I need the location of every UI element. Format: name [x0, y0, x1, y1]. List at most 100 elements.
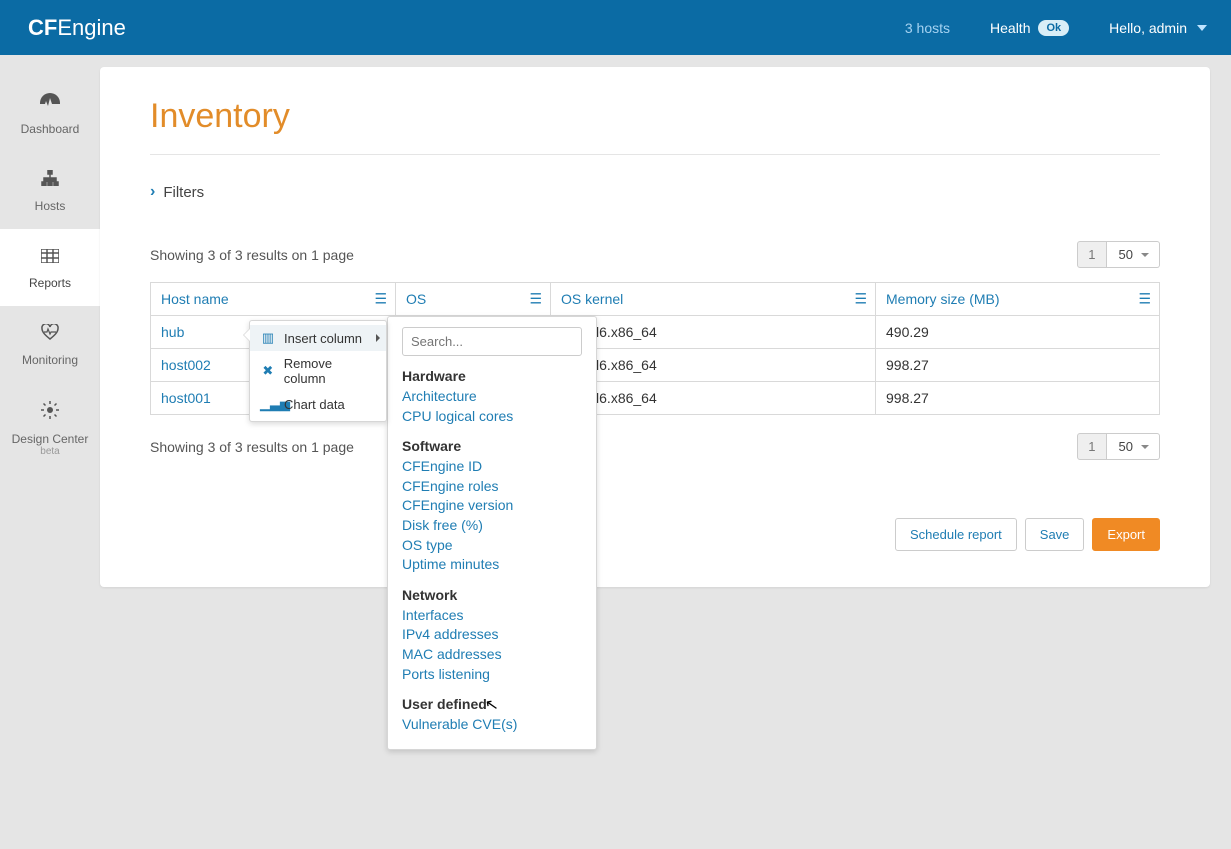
th-label: Memory size (MB) [886, 291, 1000, 307]
health-indicator[interactable]: Health Ok [990, 20, 1069, 36]
th-memory[interactable]: Memory size (MB) ☰ [876, 283, 1160, 316]
cell-memory: 490.29 [876, 316, 1160, 349]
page-title: Inventory [150, 97, 1160, 155]
schedule-report-button[interactable]: Schedule report [895, 518, 1017, 551]
sidebar-item-reports[interactable]: Reports [0, 229, 100, 306]
submenu-item[interactable]: Architecture [402, 387, 582, 407]
sidebar-item-monitoring[interactable]: Monitoring [0, 306, 100, 383]
cell-memory: 998.27 [876, 349, 1160, 382]
pager-bottom: 1 50 [1077, 433, 1160, 460]
column-menu-icon[interactable]: ☰ [529, 291, 542, 308]
results-text: Showing 3 of 3 results on 1 page [150, 439, 354, 455]
app-header: CFEngine 3 hosts Health Ok Hello, admin [0, 0, 1231, 55]
th-label: OS kernel [561, 291, 623, 307]
pager-page-size[interactable]: 50 [1107, 241, 1160, 268]
hosts-count-link[interactable]: 3 hosts [905, 20, 950, 36]
design-center-icon [4, 401, 96, 424]
monitoring-icon [4, 324, 96, 345]
host-link[interactable]: hub [161, 324, 184, 340]
sidebar: Dashboard Hosts Reports Monitoring Desig… [0, 55, 100, 849]
ctx-remove-column[interactable]: ✖ Remove column [250, 351, 386, 391]
sidebar-item-dashboard[interactable]: Dashboard [0, 75, 100, 152]
caret-down-icon [1141, 253, 1149, 257]
caret-down-icon [1141, 445, 1149, 449]
app-logo: CFEngine [28, 15, 126, 41]
submenu-item[interactable]: CPU logical cores [402, 407, 582, 427]
submenu-group-title: Hardware [402, 368, 582, 384]
th-label: OS [406, 291, 426, 307]
sidebar-item-label: Reports [29, 276, 71, 290]
pager-page-number[interactable]: 1 [1077, 433, 1106, 460]
hosts-icon [4, 170, 96, 191]
column-menu-icon[interactable]: ☰ [854, 291, 867, 308]
sidebar-item-label: Dashboard [21, 122, 80, 136]
submenu-item[interactable]: OS type [402, 536, 582, 556]
ctx-insert-column[interactable]: ▥ Insert column [250, 325, 386, 351]
action-bar: Schedule report Save Export [150, 518, 1160, 551]
pager-page-size[interactable]: 50 [1107, 433, 1160, 460]
host-link[interactable]: host002 [161, 357, 211, 373]
insert-column-submenu: Hardware ArchitectureCPU logical cores Sof… [387, 316, 597, 750]
health-label: Health [990, 20, 1030, 36]
sidebar-item-sublabel: beta [4, 446, 96, 457]
submenu-item[interactable]: CFEngine roles [402, 477, 582, 497]
cell-kernel: 431.el6.x86_64 [551, 349, 876, 382]
submenu-group-title: Network [402, 587, 582, 603]
ctx-label: Remove column [284, 356, 376, 386]
save-button[interactable]: Save [1025, 518, 1085, 551]
th-host-name[interactable]: Host name ☰ [151, 283, 396, 316]
dashboard-icon [4, 93, 96, 114]
chevron-down-icon [1197, 25, 1207, 31]
submenu-item[interactable]: Interfaces [402, 606, 582, 626]
submenu-item[interactable]: Ports listening [402, 665, 582, 685]
column-menu-icon[interactable]: ☰ [1138, 291, 1151, 308]
cell-kernel: 431.el6.x86_64 [551, 382, 876, 415]
column-search-input[interactable] [402, 327, 582, 356]
ctx-label: Insert column [284, 331, 362, 346]
chevron-right-icon: › [150, 183, 155, 201]
submenu-item[interactable]: Uptime minutes [402, 555, 582, 575]
ctx-label: Chart data [284, 397, 345, 412]
submenu-group-title: Software [402, 438, 582, 454]
ctx-chart-data[interactable]: ▁▃▅ Chart data [250, 391, 386, 417]
health-badge: Ok [1038, 20, 1069, 36]
sidebar-item-hosts[interactable]: Hosts [0, 152, 100, 229]
logo-bold: CF [28, 15, 57, 40]
column-context-menu: ▥ Insert column ✖ Remove column ▁▃▅ Char… [249, 320, 387, 422]
results-text: Showing 3 of 3 results on 1 page [150, 247, 354, 263]
insert-column-icon: ▥ [260, 330, 276, 346]
page-size-value: 50 [1119, 247, 1133, 262]
th-label: Host name [161, 291, 229, 307]
submenu-item[interactable]: CFEngine ID [402, 457, 582, 477]
filters-toggle[interactable]: › Filters [150, 183, 1160, 201]
filters-label: Filters [163, 184, 204, 201]
reports-icon [4, 247, 96, 268]
submenu-item[interactable]: CFEngine version [402, 496, 582, 516]
sidebar-item-label: Hosts [35, 199, 66, 213]
export-button[interactable]: Export [1092, 518, 1160, 551]
sidebar-item-label: Monitoring [22, 353, 78, 367]
cell-memory: 998.27 [876, 382, 1160, 415]
page-size-value: 50 [1119, 439, 1133, 454]
submenu-item[interactable]: MAC addresses [402, 645, 582, 665]
th-os-kernel[interactable]: OS kernel ☰ [551, 283, 876, 316]
submenu-item[interactable]: Vulnerable CVE(s) [402, 715, 582, 735]
results-bar-bottom: Showing 3 of 3 results on 1 page 1 50 [150, 433, 1160, 460]
user-menu[interactable]: Hello, admin [1109, 20, 1207, 36]
pager-page-number[interactable]: 1 [1077, 241, 1106, 268]
sidebar-item-design-center[interactable]: Design Center beta [0, 383, 100, 473]
user-greeting: Hello, admin [1109, 20, 1187, 36]
submenu-item[interactable]: IPv4 addresses [402, 625, 582, 645]
sidebar-item-label: Design Center [12, 432, 89, 446]
remove-icon: ✖ [260, 363, 276, 379]
column-menu-icon[interactable]: ☰ [374, 291, 387, 308]
host-link[interactable]: host001 [161, 390, 211, 406]
logo-light: Engine [57, 15, 126, 40]
th-os[interactable]: OS ☰ [396, 283, 551, 316]
results-bar-top: Showing 3 of 3 results on 1 page 1 50 [150, 241, 1160, 268]
submenu-item[interactable]: Disk free (%) [402, 516, 582, 536]
chart-icon: ▁▃▅ [260, 396, 276, 412]
caret-right-icon [376, 334, 380, 342]
pager-top: 1 50 [1077, 241, 1160, 268]
cell-kernel: 431.el6.x86_64 [551, 316, 876, 349]
